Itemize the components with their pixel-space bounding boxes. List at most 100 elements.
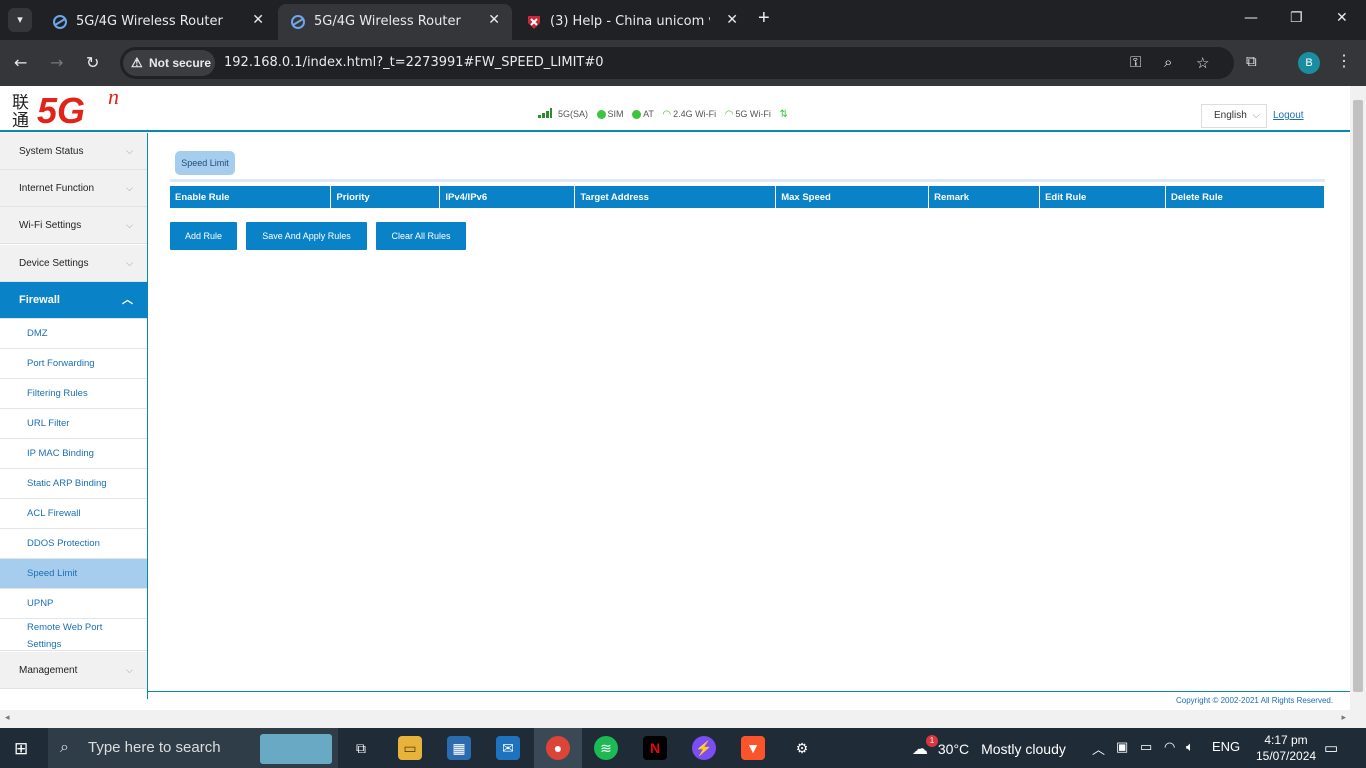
close-window-icon[interactable]: ✕ — [1336, 10, 1348, 26]
scrollbar-thumb[interactable] — [1353, 100, 1363, 692]
store-icon[interactable]: ▦ — [447, 736, 471, 760]
battery-icon[interactable]: ▭ — [1140, 739, 1152, 755]
clock-date: 15/07/2024 — [1256, 749, 1317, 763]
wifi-5-icon: ◠ — [724, 108, 734, 120]
tray-chevron-up-icon[interactable]: ︿ — [1092, 739, 1105, 758]
minimize-icon[interactable]: — — [1244, 10, 1258, 26]
language-indicator[interactable]: ENG — [1212, 739, 1240, 754]
windows-start-icon[interactable]: ⊞ — [14, 739, 28, 759]
close-tab-icon[interactable]: ✕ — [726, 12, 738, 28]
horizontal-scrollbar[interactable]: ◂ ▸ — [0, 710, 1366, 728]
close-tab-icon[interactable]: ✕ — [252, 12, 264, 28]
zoom-icon[interactable]: ⌕ — [1164, 54, 1172, 71]
logo-chinese-text: 联通 — [12, 93, 29, 131]
sidebar-item-ip-mac-binding[interactable]: IP MAC Binding — [0, 439, 147, 469]
mail-icon[interactable]: ✉ — [496, 736, 520, 760]
weather-widget[interactable]: ☁ 1 30°C Mostly cloudy — [912, 735, 1066, 759]
router-favicon-icon — [53, 15, 67, 29]
restore-icon[interactable]: ❐ — [1290, 10, 1303, 26]
sidebar-item-static-arp-binding[interactable]: Static ARP Binding — [0, 469, 147, 499]
weather-desc: Mostly cloudy — [981, 741, 1066, 757]
task-view-icon[interactable]: ⧉ — [349, 736, 373, 760]
tab-title: 5G/4G Wireless Router — [314, 14, 461, 29]
close-tab-icon[interactable]: ✕ — [488, 12, 500, 28]
new-tab-icon[interactable]: + — [758, 7, 770, 30]
sidebar-item-speed-limit[interactable]: Speed Limit — [0, 559, 147, 589]
reload-icon[interactable]: ↻ — [86, 53, 99, 72]
security-chip[interactable]: ⚠ Not secure — [123, 50, 215, 76]
scroll-right-icon[interactable]: ▸ — [1341, 712, 1346, 723]
settings-gear-icon[interactable]: ⚙ — [790, 736, 814, 760]
menu-label: Firewall — [19, 294, 60, 306]
footer-divider — [148, 691, 1350, 692]
tab-search-button[interactable]: ▾ — [8, 8, 32, 32]
menu-kebab-icon[interactable]: ⋮ — [1336, 51, 1352, 71]
warning-icon: ⚠ — [131, 55, 143, 70]
chrome-icon[interactable]: ● — [546, 736, 570, 760]
messenger-icon[interactable]: ⚡ — [692, 736, 716, 760]
volume-icon[interactable]: 🔈︎ — [1186, 739, 1194, 755]
menu-firewall[interactable]: Firewall ︿ — [0, 282, 147, 319]
meet-icon[interactable]: ▣ — [1116, 739, 1128, 755]
sidebar-item-dmz[interactable]: DMZ — [0, 319, 147, 349]
router-page: 联通 5G n 5G(SA) SIM AT ◠ 2.4G Wi-Fi ◠ 5G Wi… — [0, 86, 1350, 710]
chevron-down-icon: ⌵ — [126, 146, 133, 156]
profile-avatar[interactable]: B — [1298, 52, 1320, 74]
sidebar: System Status ⌵ Internet Function ⌵ Wi-Fi … — [0, 133, 148, 699]
clock[interactable]: 4:17 pm 15/07/2024 — [1256, 732, 1316, 764]
menu-system-status[interactable]: System Status ⌵ — [0, 133, 147, 170]
back-icon[interactable]: ← — [14, 53, 27, 72]
url-text[interactable]: 192.168.0.1/index.html?_t=2273991#FW_SPE… — [224, 55, 604, 70]
column-header: Max Speed — [775, 186, 930, 208]
chevron-down-icon: ⌵ — [126, 665, 133, 675]
vertical-scrollbar[interactable] — [1350, 86, 1366, 710]
logout-link[interactable]: Logout — [1273, 110, 1304, 121]
netflix-icon[interactable]: N — [643, 736, 667, 760]
browser-tab-3[interactable]: (3) Help - China unicom vn007+ ✕ — [514, 4, 750, 40]
sidebar-item-acl-firewall[interactable]: ACL Firewall — [0, 499, 147, 529]
browser-titlebar: ▾ 5G/4G Wireless Router ✕ 5G/4G Wireless… — [0, 0, 1366, 40]
file-explorer-icon[interactable]: ▭ — [398, 736, 422, 760]
search-icon: ⌕ — [60, 739, 69, 756]
browser-toolbar: ← → ↻ ⚠ Not secure 192.168.0.1/index.htm… — [0, 40, 1366, 86]
clear-all-rules-button[interactable]: Clear All Rules — [376, 222, 466, 250]
chevron-down-icon: ⌵ — [1252, 110, 1260, 121]
sim-label: SIM — [607, 109, 624, 119]
tab-speed-limit[interactable]: Speed Limit — [175, 151, 235, 175]
notifications-icon[interactable]: ▭ — [1324, 739, 1338, 757]
menu-internet-function[interactable]: Internet Function ⌵ — [0, 170, 147, 207]
wifi-tray-icon[interactable]: ◠ — [1164, 739, 1175, 755]
menu-device-settings[interactable]: Device Settings ⌵ — [0, 245, 147, 282]
scroll-left-icon[interactable]: ◂ — [5, 712, 10, 723]
table-header-row: Enable Rule Priority IPv4/IPv6 Target Ad… — [170, 186, 1325, 208]
sidebar-item-url-filter[interactable]: URL Filter — [0, 409, 147, 439]
address-bar[interactable]: ⚠ Not secure 192.168.0.1/index.html?_t=2… — [120, 47, 1234, 79]
bookmark-star-icon[interactable]: ☆ — [1196, 54, 1209, 72]
extensions-icon[interactable]: ⧉ — [1246, 53, 1257, 70]
chevron-up-icon: ︿ — [122, 294, 133, 306]
wifi-24-icon: ◠ — [662, 108, 672, 120]
browser-tab-2[interactable]: 5G/4G Wireless Router ✕ — [278, 4, 512, 40]
chevron-down-icon: ⌵ — [126, 220, 133, 230]
logo-n: n — [108, 86, 119, 109]
sidebar-item-upnp[interactable]: UPNP — [0, 589, 147, 619]
browser-tab-1[interactable]: 5G/4G Wireless Router ✕ — [40, 4, 276, 40]
sidebar-item-ddos-protection[interactable]: DDOS Protection — [0, 529, 147, 559]
save-apply-rules-button[interactable]: Save And Apply Rules — [246, 222, 367, 250]
add-rule-button[interactable]: Add Rule — [170, 222, 237, 250]
update-icon: ⇅ — [779, 108, 788, 120]
forward-icon[interactable]: → — [50, 53, 63, 72]
menu-management[interactable]: Management ⌵ — [0, 652, 147, 689]
menu-wifi-settings[interactable]: Wi-Fi Settings ⌵ — [0, 207, 147, 244]
shield-favicon-icon — [528, 16, 540, 29]
spotify-icon[interactable]: ≋ — [594, 736, 618, 760]
brave-icon[interactable]: ▼ — [741, 736, 765, 760]
search-highlight-image — [260, 734, 332, 764]
key-icon[interactable]: ⚿ — [1130, 54, 1141, 71]
sidebar-item-filtering-rules[interactable]: Filtering Rules — [0, 379, 147, 409]
sim-status-icon — [596, 109, 606, 119]
sidebar-item-remote-web-port[interactable]: Remote Web Port Settings — [0, 619, 147, 651]
sidebar-item-port-forwarding[interactable]: Port Forwarding — [0, 349, 147, 379]
language-select[interactable]: English ⌵ — [1201, 104, 1267, 128]
taskbar-search[interactable]: ⌕ Type here to search — [48, 728, 338, 768]
